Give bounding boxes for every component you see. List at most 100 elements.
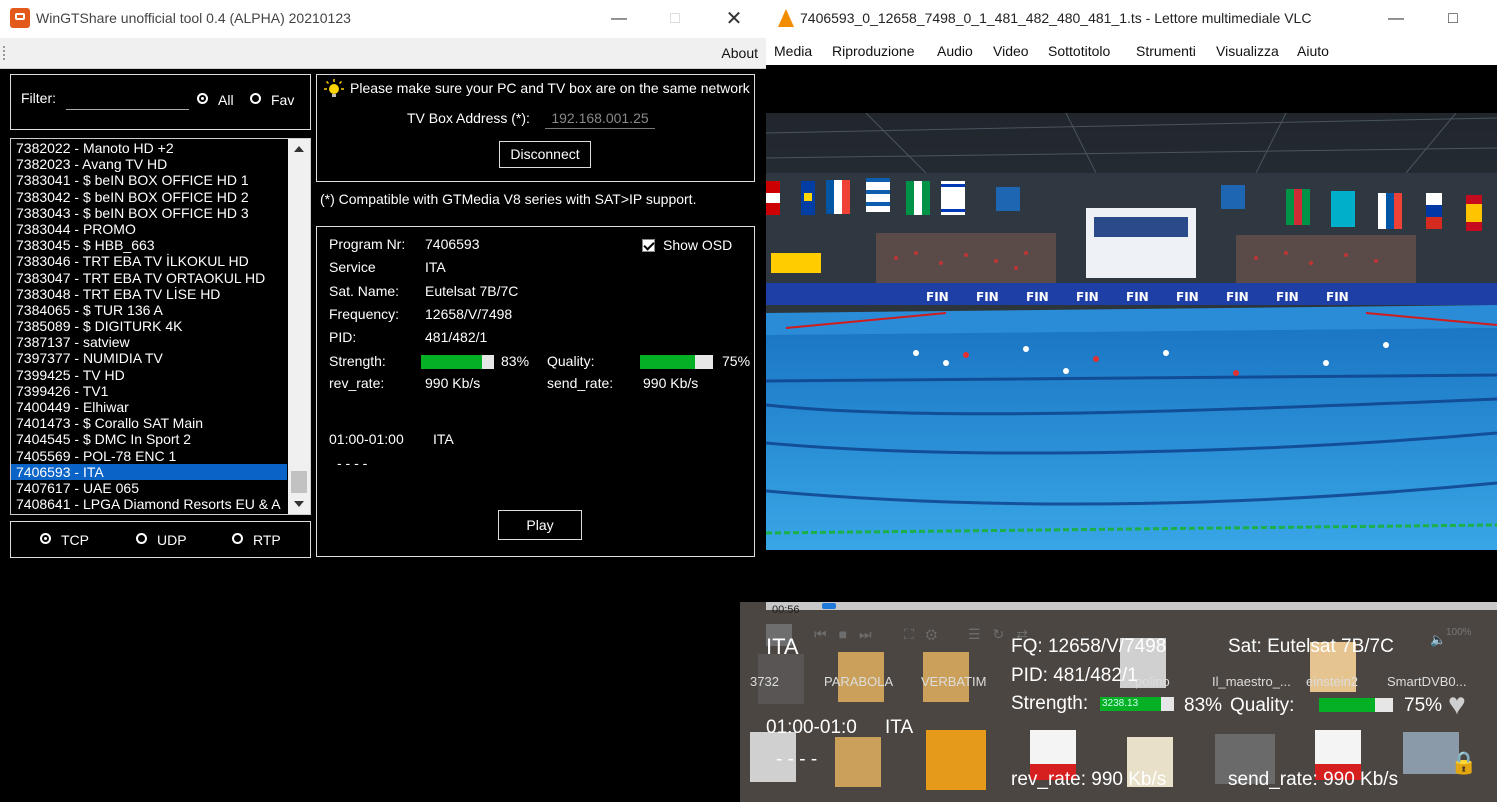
play-button[interactable]: Play	[498, 510, 582, 540]
desktop-label-einstein2: einstein2	[1306, 674, 1359, 689]
svg-text:FIN: FIN	[1076, 290, 1099, 304]
compatibility-note: (*) Compatible with GTMedia V8 series wi…	[320, 191, 697, 207]
vlc-maximize-icon[interactable]: □	[1430, 0, 1476, 38]
vlc-menu-aiuto[interactable]: Aiuto	[1297, 43, 1329, 59]
osd-strength-bar: 3238.13	[1100, 697, 1174, 711]
osd-satellite: Sat: Eutelsat 7B/7C	[1228, 636, 1394, 657]
radio-tcp[interactable]	[40, 533, 51, 544]
channel-list-item[interactable]: 7383045 - $ HBB_663	[11, 237, 287, 253]
channel-list-item[interactable]: 7401473 - $ Corallo SAT Main	[11, 415, 287, 431]
epg-title: ITA	[433, 431, 454, 447]
epg-time: 01:00-01:00	[329, 431, 404, 447]
scroll-down-icon[interactable]	[294, 501, 304, 507]
filter-input[interactable]	[66, 89, 189, 110]
channel-list[interactable]: 7382022 - Manoto HD +2 7382023 - Avang TV…	[10, 138, 311, 515]
disconnect-button[interactable]: Disconnect	[499, 141, 591, 168]
channel-list-item[interactable]: 7383042 - $ beIN BOX OFFICE HD 2	[11, 189, 287, 205]
video-frame[interactable]: FIN FIN FIN FIN FIN FIN FIN FIN FIN	[766, 113, 1497, 550]
vlc-menu-strumenti[interactable]: Strumenti	[1136, 43, 1196, 59]
show-osd-checkbox[interactable]	[642, 239, 655, 252]
channel-list-item[interactable]: 7405569 - POL-78 ENC 1	[11, 448, 287, 464]
vlc-menu-video[interactable]: Video	[993, 43, 1029, 59]
menu-about[interactable]: About	[721, 45, 758, 61]
scroll-up-icon[interactable]	[294, 146, 304, 152]
toolbar-grip	[3, 46, 8, 60]
app-icon	[10, 8, 30, 28]
send-rate-value: 990 Kb/s	[643, 375, 699, 391]
radio-fav[interactable]	[250, 93, 261, 104]
channel-list-item[interactable]: 7383048 - TRT EBA TV LİSE HD	[11, 286, 287, 302]
osd-epg-title: ITA	[885, 717, 914, 738]
svg-text:FIN: FIN	[926, 290, 949, 304]
pid-value: 481/482/1	[425, 329, 488, 345]
quality-bar	[640, 355, 713, 369]
channel-list-item[interactable]: 7400449 - Elhiwar	[11, 399, 287, 415]
send-rate-label: send_rate:	[547, 375, 614, 391]
channel-list-item[interactable]: 7383047 - TRT EBA TV ORTAOKUL HD	[11, 270, 287, 286]
program-info-panel: Program Nr: 7406593 Service ITA Sat. Nam…	[316, 226, 755, 557]
strength-bar	[421, 355, 494, 369]
scroll-thumb[interactable]	[291, 471, 307, 493]
vlc-menu-sottotitolo[interactable]: Sottotitolo	[1048, 43, 1110, 59]
vlc-menu-visualizza[interactable]: Visualizza	[1216, 43, 1279, 59]
channel-list-item[interactable]: 7399426 - TV1	[11, 383, 287, 399]
channel-list-item[interactable]: 7383041 - $ beIN BOX OFFICE HD 1	[11, 172, 287, 188]
vlc-minimize-icon[interactable]: —	[1373, 0, 1419, 38]
svg-text:FIN: FIN	[1226, 290, 1249, 304]
epg-description: - - - -	[337, 455, 368, 471]
channel-list-item[interactable]: 7408641 - LPGA Diamond Resorts EU & A	[11, 496, 287, 512]
osd-bar-overlay-text: 3238.13	[1102, 698, 1139, 709]
channel-list-item[interactable]: 7397377 - NUMIDIA TV	[11, 350, 287, 366]
frequency-label: Frequency:	[329, 306, 400, 322]
service-value: ITA	[425, 259, 446, 275]
desktop-label-polino: polino	[1135, 674, 1170, 689]
osd-pid: PID: 481/482/1	[1011, 665, 1138, 686]
vlc-cone-icon	[778, 9, 794, 27]
folder-icon[interactable]	[835, 737, 881, 787]
channel-list-item[interactable]: 7383046 - TRT EBA TV İLKOKUL HD	[11, 253, 287, 269]
radio-rtp-label: RTP	[253, 532, 281, 548]
filter-panel: Filter: All Fav	[10, 74, 311, 130]
quality-label: Quality:	[547, 353, 595, 369]
radio-all[interactable]	[197, 93, 208, 104]
channel-list-item[interactable]: 7383043 - $ beIN BOX OFFICE HD 3	[11, 205, 287, 221]
app-shortcut-icon[interactable]	[926, 730, 986, 790]
radio-rtp[interactable]	[232, 533, 243, 544]
channel-list-item[interactable]: 7404545 - $ DMC In Sport 2	[11, 431, 287, 447]
vlc-menu-riproduzione[interactable]: Riproduzione	[832, 43, 915, 59]
speaker-icon[interactable]: 🔈	[1430, 632, 1446, 648]
channel-list-item[interactable]: 7399425 - TV HD	[11, 367, 287, 383]
network-notice: Please make sure your PC and TV box are …	[350, 80, 750, 96]
svg-text:FIN: FIN	[1326, 290, 1349, 304]
radio-all-label: All	[218, 92, 234, 108]
strength-value: 83%	[501, 353, 530, 369]
close-icon[interactable]: ✕	[711, 0, 757, 38]
channel-list-item[interactable]: 7406593 - ITA	[11, 463, 287, 480]
vlc-transport-icons[interactable]: ⏮■⏭	[814, 626, 884, 643]
vlc-menu-media[interactable]: Media	[774, 43, 812, 59]
heart-icon[interactable]: ♥	[1448, 688, 1466, 722]
service-label: Service	[329, 259, 376, 275]
radio-udp[interactable]	[136, 533, 147, 544]
desktop-label-verbatim: VERBATIM	[921, 674, 987, 689]
vlc-view-icons[interactable]: ⛶⚙	[904, 626, 949, 643]
show-osd-label: Show OSD	[663, 237, 733, 253]
channel-list-item[interactable]: 7384065 - $ TUR 136 A	[11, 302, 287, 318]
protocol-panel: TCP UDP RTP	[10, 521, 311, 558]
osd-service: ITA	[766, 634, 799, 659]
channel-list-item[interactable]: 7407617 - UAE 065	[11, 480, 287, 496]
vlc-menu-audio[interactable]: Audio	[937, 43, 973, 59]
osd-epg-description: - - - -	[776, 749, 818, 770]
channel-list-item[interactable]: 7387137 - satview	[11, 334, 287, 350]
tvbox-address-input[interactable]: 192.168.001.25	[545, 110, 655, 129]
radio-fav-label: Fav	[271, 92, 295, 108]
desktop-label-maestro: Il_maestro_...	[1212, 674, 1291, 689]
channel-list-item[interactable]: 7382023 - Avang TV HD	[11, 156, 287, 172]
channel-list-scrollbar[interactable]	[288, 139, 310, 514]
minimize-icon[interactable]: —	[596, 0, 642, 38]
seek-handle[interactable]	[822, 603, 836, 609]
channel-list-item[interactable]: 7382022 - Manoto HD +2	[11, 140, 287, 156]
seek-bar[interactable]	[766, 602, 1497, 610]
channel-list-item[interactable]: 7383044 - PROMO	[11, 221, 287, 237]
channel-list-item[interactable]: 7385089 - $ DIGITURK 4K	[11, 318, 287, 334]
